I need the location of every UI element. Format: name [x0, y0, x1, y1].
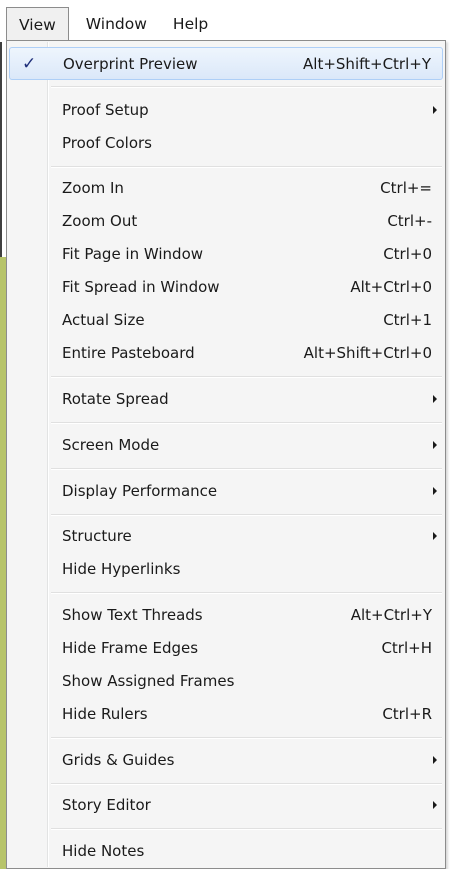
menu-item-display-performance[interactable]: Display Performance — [9, 475, 443, 508]
menu-separator — [51, 376, 442, 378]
menu-item-hide-frame-edges[interactable]: Hide Frame Edges Ctrl+H — [9, 632, 443, 665]
menu-item-shortcut: Ctrl+= — [380, 179, 432, 197]
menu-item-label: Overprint Preview — [63, 55, 198, 73]
menu-item-label: Proof Colors — [62, 134, 152, 152]
menu-item-shortcut: Ctrl+H — [381, 639, 432, 657]
menu-item-label: Actual Size — [62, 311, 145, 329]
checkmark-icon: ✓ — [22, 54, 37, 74]
menu-item-shortcut: Ctrl+- — [387, 212, 432, 230]
submenu-arrow-icon — [433, 532, 437, 540]
menu-item-shortcut: Alt+Ctrl+0 — [350, 278, 432, 296]
submenu-arrow-icon — [433, 441, 437, 449]
menu-item-proof-colors[interactable]: Proof Colors — [9, 127, 443, 160]
menu-item-rotate-spread[interactable]: Rotate Spread — [9, 383, 443, 416]
menu-item-label: Screen Mode — [62, 436, 160, 454]
menu-item-shortcut: Ctrl+1 — [383, 311, 432, 329]
menu-item-shortcut: Alt+Shift+Ctrl+Y — [303, 55, 431, 73]
menu-item-label: Proof Setup — [62, 101, 149, 119]
menu-item-label: Display Performance — [62, 482, 218, 500]
submenu-arrow-icon — [433, 487, 437, 495]
submenu-arrow-icon — [433, 756, 437, 764]
menu-item-show-text-threads[interactable]: Show Text Threads Alt+Ctrl+Y — [9, 599, 443, 632]
menu-separator — [51, 422, 442, 424]
menu-separator — [51, 468, 442, 470]
menu-item-shortcut: Alt+Ctrl+Y — [350, 606, 432, 624]
menu-item-shortcut: Ctrl+0 — [383, 245, 432, 263]
menu-separator — [51, 86, 442, 88]
menu-item-structure[interactable]: Structure — [9, 520, 443, 553]
menu-item-hide-hyperlinks[interactable]: Hide Hyperlinks — [9, 553, 443, 586]
menu-item-zoom-in[interactable]: Zoom In Ctrl+= — [9, 172, 443, 205]
menu-item-actual-size[interactable]: Actual Size Ctrl+1 — [9, 304, 443, 337]
menu-item-label: Hide Rulers — [62, 705, 148, 723]
menu-item-screen-mode[interactable]: Screen Mode — [9, 429, 443, 462]
menu-item-grids-guides[interactable]: Grids & Guides — [9, 744, 443, 777]
menu-separator — [51, 828, 442, 830]
menu-item-label: Story Editor — [62, 796, 151, 814]
menu-item-entire-pasteboard[interactable]: Entire Pasteboard Alt+Shift+Ctrl+0 — [9, 337, 443, 370]
menu-item-label: Fit Spread in Window — [62, 278, 220, 296]
menu-item-label: Structure — [62, 527, 132, 545]
menu-item-fit-page-in-window[interactable]: Fit Page in Window Ctrl+0 — [9, 238, 443, 271]
menu-view[interactable]: View — [6, 7, 69, 41]
submenu-arrow-icon — [433, 106, 437, 114]
menu-item-hide-notes[interactable]: Hide Notes — [9, 835, 443, 868]
menu-separator — [51, 166, 442, 168]
menu-item-label: Zoom Out — [62, 212, 138, 230]
menu-item-label: Grids & Guides — [62, 751, 175, 769]
menu-separator — [51, 514, 442, 516]
menu-window[interactable]: Window — [73, 7, 160, 41]
menu-item-overprint-preview[interactable]: ✓ Overprint Preview Alt+Shift+Ctrl+Y — [9, 47, 443, 80]
menu-item-label: Zoom In — [62, 179, 124, 197]
menu-item-shortcut: Alt+Shift+Ctrl+0 — [303, 344, 432, 362]
submenu-arrow-icon — [433, 801, 437, 809]
menu-item-label: Show Text Threads — [62, 606, 203, 624]
menu-separator — [51, 592, 442, 594]
menu-item-shortcut: Ctrl+R — [382, 705, 432, 723]
menu-item-story-editor[interactable]: Story Editor — [9, 789, 443, 822]
menu-bar: View Window Help — [0, 0, 451, 41]
view-menu-dropdown: ✓ Overprint Preview Alt+Shift+Ctrl+Y Pro… — [6, 40, 446, 869]
menu-item-show-assigned-frames[interactable]: Show Assigned Frames — [9, 665, 443, 698]
menu-help[interactable]: Help — [160, 7, 221, 41]
menu-item-label: Hide Notes — [62, 842, 145, 860]
app-window: View Window Help ✓ Overprint Preview Alt… — [0, 0, 451, 869]
menu-item-proof-setup[interactable]: Proof Setup — [9, 94, 443, 127]
submenu-arrow-icon — [433, 395, 437, 403]
menu-item-label: Rotate Spread — [62, 390, 169, 408]
menu-item-label: Hide Frame Edges — [62, 639, 199, 657]
menu-item-label: Show Assigned Frames — [62, 672, 235, 690]
menu-item-zoom-out[interactable]: Zoom Out Ctrl+- — [9, 205, 443, 238]
menu-item-fit-spread-in-window[interactable]: Fit Spread in Window Alt+Ctrl+0 — [9, 271, 443, 304]
menu-separator — [51, 737, 442, 739]
menu-separator — [51, 783, 442, 785]
menu-item-label: Entire Pasteboard — [62, 344, 195, 362]
menu-item-label: Fit Page in Window — [62, 245, 204, 263]
menu-item-hide-rulers[interactable]: Hide Rulers Ctrl+R — [9, 698, 443, 731]
menu-item-label: Hide Hyperlinks — [62, 560, 181, 578]
